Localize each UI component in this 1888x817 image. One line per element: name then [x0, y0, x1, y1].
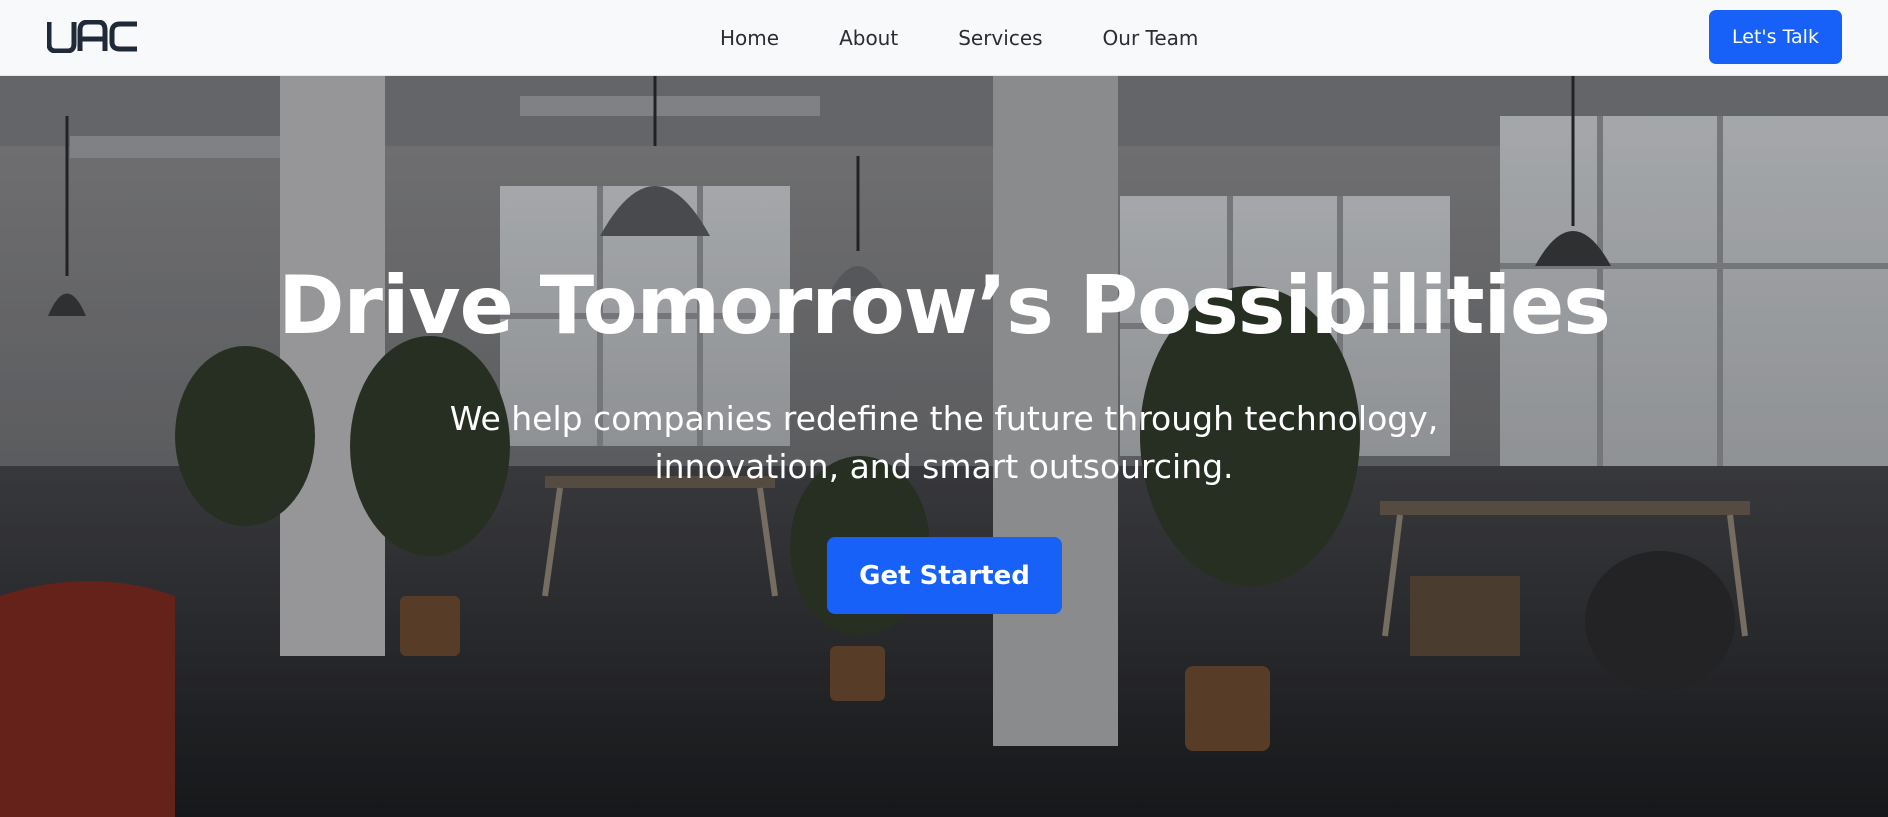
- hero-subtitle-line-1: We help companies redefine the future th…: [449, 399, 1439, 438]
- hero-subtitle: We help companies redefine the future th…: [444, 395, 1444, 491]
- nav-home[interactable]: Home: [720, 26, 779, 50]
- nav-our-team[interactable]: Our Team: [1103, 26, 1199, 50]
- nav-about[interactable]: About: [839, 26, 898, 50]
- main-nav: Home About Services Our Team: [720, 0, 1198, 76]
- lets-talk-button[interactable]: Let's Talk: [1709, 10, 1842, 64]
- hero-title: Drive Tomorrow’s Possibilities: [278, 259, 1611, 352]
- navbar: Home About Services Our Team Let's Talk: [0, 0, 1888, 76]
- hero-subtitle-line-2: innovation, and smart outsourcing.: [654, 447, 1234, 486]
- nav-services[interactable]: Services: [958, 26, 1042, 50]
- uac-logo[interactable]: [47, 20, 139, 53]
- hero-section: Drive Tomorrow’s Possibilities We help c…: [0, 76, 1888, 817]
- get-started-button[interactable]: Get Started: [827, 537, 1062, 614]
